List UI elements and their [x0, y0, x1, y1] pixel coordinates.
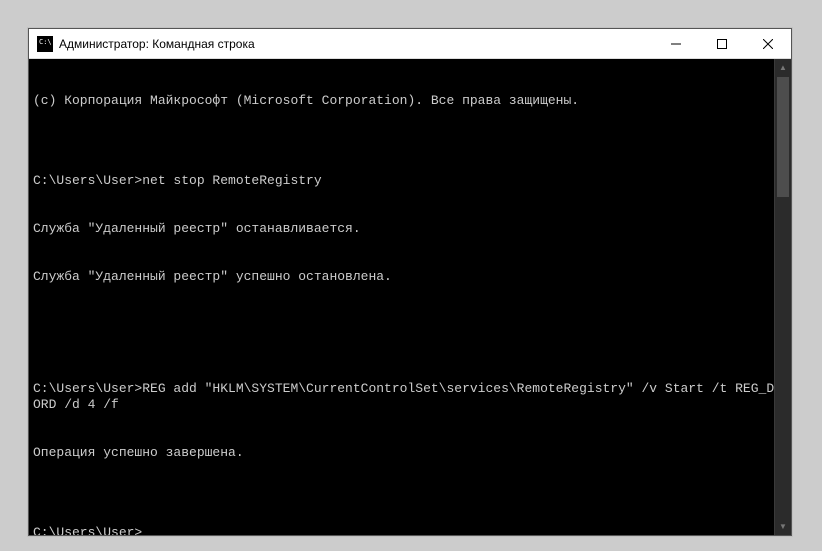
scroll-thumb[interactable]: [777, 77, 789, 197]
output-line: (с) Корпорация Майкрософт (Microsoft Cor…: [33, 93, 787, 109]
minimize-icon: [671, 39, 681, 49]
window-controls: [653, 29, 791, 58]
output-line: C:\Users\User>REG add "HKLM\SYSTEM\Curre…: [33, 381, 787, 413]
scroll-up-arrow-icon[interactable]: ▲: [775, 59, 791, 76]
close-button[interactable]: [745, 29, 791, 58]
output-line: Операция успешно завершена.: [33, 445, 787, 461]
prompt-text: C:\Users\User>: [33, 525, 142, 535]
close-icon: [763, 39, 773, 49]
maximize-icon: [717, 39, 727, 49]
output-line: Служба "Удаленный реестр" успешно остано…: [33, 269, 787, 285]
titlebar[interactable]: Администратор: Командная строка: [29, 29, 791, 59]
terminal-output[interactable]: (с) Корпорация Майкрософт (Microsoft Cor…: [29, 59, 791, 535]
scroll-down-arrow-icon[interactable]: ▼: [775, 518, 791, 535]
output-line: C:\Users\User>net stop RemoteRegistry: [33, 173, 787, 189]
output-line: Служба "Удаленный реестр" останавливаетс…: [33, 221, 787, 237]
current-prompt-line: C:\Users\User>: [33, 525, 787, 535]
minimize-button[interactable]: [653, 29, 699, 58]
maximize-button[interactable]: [699, 29, 745, 58]
cmd-icon: [37, 36, 53, 52]
vertical-scrollbar[interactable]: ▲ ▼: [774, 59, 791, 535]
cmd-window: Администратор: Командная строка (с) Корп…: [28, 28, 792, 536]
window-title: Администратор: Командная строка: [59, 37, 255, 51]
